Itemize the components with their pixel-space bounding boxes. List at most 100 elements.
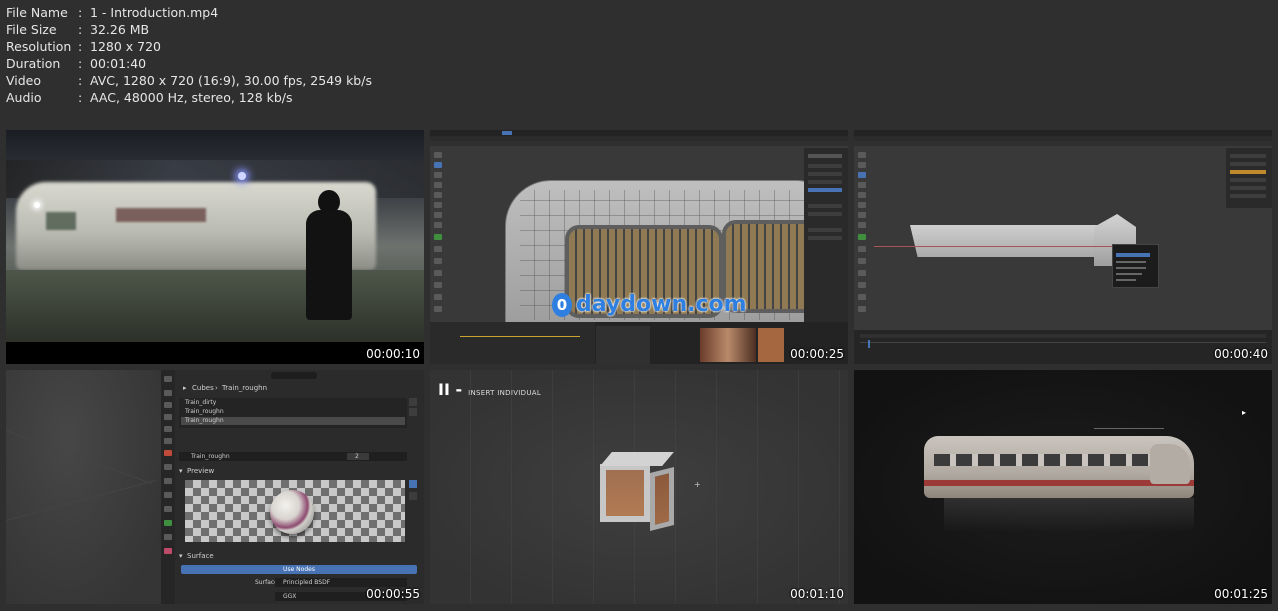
info-row-resolution: Resolution:1280 x 720 [6, 38, 372, 55]
cube-top-face [600, 452, 674, 466]
search-input[interactable] [271, 372, 317, 379]
render-train-windows [934, 454, 1154, 466]
info-separator: : [78, 39, 83, 54]
surface-header[interactable]: Surface [187, 552, 214, 560]
material-properties: ▸ Cubes › Train_roughn Train_dirty Train… [175, 370, 424, 604]
info-value: 1 - Introduction.mp4 [90, 5, 219, 20]
cube-front-face [600, 464, 650, 522]
thumbnail-3[interactable]: 00:00:40 [854, 130, 1272, 364]
thumbnail-5[interactable]: II - INSERT INDIVIDUAL + 00:01:10 [430, 370, 848, 604]
info-value: 1280 x 720 [90, 39, 162, 54]
info-separator: : [78, 22, 83, 37]
tool-shelf [434, 152, 446, 312]
preview-cube-button[interactable] [409, 492, 417, 500]
use-nodes-button[interactable]: Use Nodes [181, 565, 417, 574]
info-key: Audio [6, 90, 42, 105]
material-slot[interactable]: Train_roughn [185, 408, 224, 415]
light [34, 202, 40, 208]
extruded-box [910, 225, 1100, 257]
cube-side-face [650, 467, 674, 531]
info-value: AVC, 1280 x 720 (16:9), 30.00 fps, 2549 … [90, 73, 372, 88]
viewport [6, 370, 161, 604]
material-preview [185, 480, 405, 542]
info-key: Resolution [6, 39, 72, 54]
breadcrumb-object: Cubes [192, 384, 214, 392]
material-users: 2 [355, 453, 359, 460]
train-window [116, 208, 206, 222]
blender-toolbar [854, 141, 1272, 146]
file-info: File Name:1 - Introduction.mp4 File Size… [6, 4, 372, 106]
thumbnail-4[interactable]: ▸ Cubes › Train_roughn Train_dirty Train… [6, 370, 424, 604]
info-row-duration: Duration:00:01:40 [6, 55, 372, 72]
info-row-file-name: File Name:1 - Introduction.mp4 [6, 4, 372, 21]
chevron-icon: › [215, 384, 218, 392]
thumbnail-2[interactable]: 0 daydown.com 00:00:25 [430, 130, 848, 364]
material-slot-list[interactable]: Train_dirty Train_roughn Train_roughn [179, 398, 407, 428]
add-slot-button[interactable] [409, 398, 417, 406]
info-separator: : [78, 90, 83, 105]
train-window [46, 212, 76, 230]
info-key: File Size [6, 22, 57, 37]
tool-shelf [858, 152, 870, 312]
info-row-video: Video: AVC, 1280 x 720 (16:9), 30.00 fps,… [6, 72, 372, 89]
timestamp: 00:00:25 [790, 347, 844, 361]
material-name: Train_roughn [191, 453, 230, 460]
platform [6, 270, 424, 342]
remove-slot-button[interactable] [409, 408, 417, 416]
watermark: 0 daydown.com [552, 292, 747, 317]
thumbnail-1[interactable]: 00:00:10 [6, 130, 424, 364]
info-separator: : [78, 56, 83, 71]
surface-shader-field[interactable]: Principled BSDF [275, 578, 407, 587]
chevron-down-icon: ▾ [179, 467, 183, 475]
timestamp: 00:00:40 [1214, 347, 1268, 361]
use-nodes-label: Use Nodes [283, 566, 315, 573]
timestamp: 00:00:55 [366, 587, 420, 601]
material-slot-selected[interactable]: Train_roughn [185, 417, 224, 424]
material-field[interactable]: Train_roughn 2 [179, 452, 407, 461]
info-row-file-size: File Size:32.26 MB [6, 21, 372, 38]
section-number: II - [438, 380, 463, 399]
thumbnail-6[interactable]: ▸ 00:01:25 [854, 370, 1272, 604]
surface-value: Principled BSDF [283, 579, 331, 586]
pantograph [1094, 428, 1164, 435]
info-value: AAC, 48000 Hz, stereo, 128 kb/s [90, 90, 293, 105]
info-row-audio: Audio: AAC, 48000 Hz, stereo, 128 kb/s [6, 89, 372, 106]
timeline [854, 330, 1272, 364]
info-value: 00:01:40 [90, 56, 147, 71]
chevron-icon: ▸ [183, 384, 187, 392]
info-separator: : [78, 73, 83, 88]
info-key: Video [6, 73, 42, 88]
material-slot[interactable]: Train_dirty [185, 399, 216, 406]
properties-sidebar [804, 148, 848, 322]
timestamp: 00:01:25 [1214, 587, 1268, 601]
info-key: Duration [6, 56, 61, 71]
timestamp: 00:01:10 [790, 587, 844, 601]
distribution-value: GGX [283, 593, 297, 600]
section-title: II - INSERT INDIVIDUAL [438, 380, 541, 399]
context-menu [1112, 244, 1159, 288]
blender-toolbar [430, 141, 848, 146]
render-reflection [944, 498, 1194, 532]
n-panel [1226, 148, 1272, 208]
info-key: File Name [6, 5, 68, 20]
light [238, 172, 246, 180]
preview-header[interactable]: Preview [187, 467, 214, 475]
bottom-editors [430, 322, 848, 364]
active-workspace-tab [502, 131, 512, 135]
preview-sphere [270, 490, 314, 534]
breadcrumb-material: Train_roughn [222, 384, 268, 392]
chevron-down-icon: ▾ [179, 552, 183, 560]
info-separator: : [78, 5, 83, 20]
person-body [306, 210, 352, 320]
section-name: INSERT INDIVIDUAL [468, 389, 542, 397]
property-tabs [161, 370, 175, 604]
render-train-cab [1150, 444, 1190, 484]
preview-sphere-button[interactable] [409, 480, 417, 488]
info-value: 32.26 MB [90, 22, 150, 37]
axis-line [874, 246, 1134, 247]
cursor-icon: ▸ [1242, 408, 1247, 417]
crosshair-icon: + [694, 480, 701, 489]
watermark-text: daydown.com [576, 292, 747, 317]
watermark-badge: 0 [552, 292, 572, 317]
timestamp: 00:00:10 [366, 347, 420, 361]
